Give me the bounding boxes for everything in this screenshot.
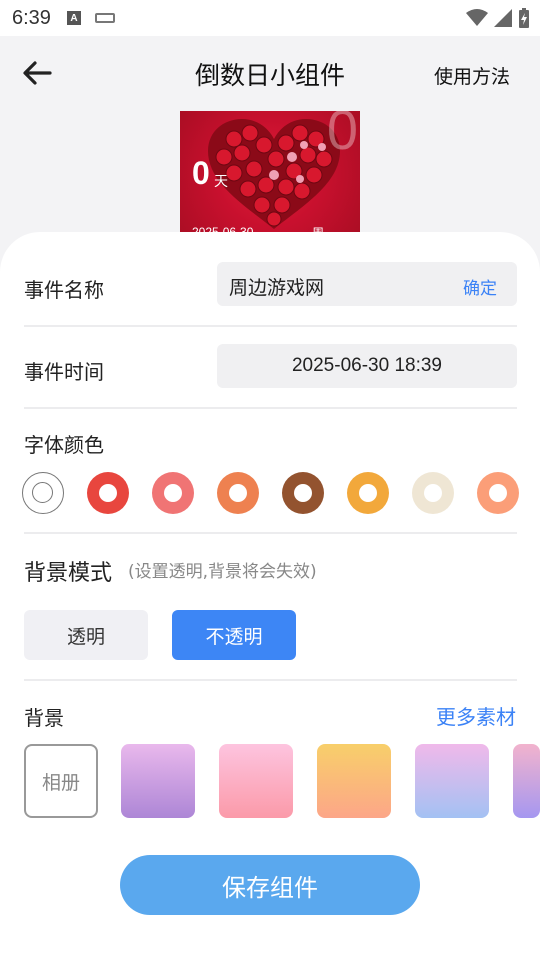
- swatch-center: [32, 482, 53, 503]
- header: 倒数日小组件 使用方法: [0, 36, 540, 112]
- bg-mode-hint: (设置透明,背景将会失效): [128, 562, 317, 582]
- font-color-label: 字体颜色: [24, 433, 104, 457]
- event-name-field[interactable]: 周边游戏网 确定: [217, 262, 517, 306]
- swatch-center: [424, 484, 442, 502]
- usage-help-link[interactable]: 使用方法: [434, 62, 510, 89]
- status-bar: 6:39 A: [0, 0, 540, 36]
- signal-icon: [494, 9, 512, 27]
- background-option[interactable]: [513, 744, 540, 818]
- font-color-swatch[interactable]: [282, 472, 324, 514]
- font-color-swatch[interactable]: [152, 472, 194, 514]
- font-color-swatch[interactable]: [217, 472, 259, 514]
- background-option[interactable]: [219, 744, 293, 818]
- font-color-swatch[interactable]: [347, 472, 389, 514]
- event-time-field[interactable]: 2025-06-30 18:39: [217, 344, 517, 388]
- settings-sheet: [0, 232, 540, 960]
- more-materials-link[interactable]: 更多素材: [436, 701, 516, 730]
- bg-mode-label: 背景模式: [24, 561, 113, 586]
- background-label: 背景: [24, 706, 64, 730]
- status-time: 6:39: [12, 6, 51, 29]
- swatch-center: [294, 484, 312, 502]
- font-notification-icon: A: [66, 11, 81, 25]
- divider: [24, 532, 517, 534]
- widget-preview: 0 0 天 2025-06-30 周: [180, 111, 360, 251]
- event-time-value[interactable]: 2025-06-30 18:39: [217, 355, 517, 377]
- event-time-label: 事件时间: [24, 360, 104, 384]
- font-color-swatch[interactable]: [412, 472, 454, 514]
- background-option[interactable]: [415, 744, 489, 818]
- swatch-center: [164, 484, 182, 502]
- swatch-center: [99, 484, 117, 502]
- keyboard-icon: [94, 13, 115, 23]
- background-option[interactable]: [317, 744, 391, 818]
- transparent-mode-button[interactable]: 透明: [24, 610, 148, 660]
- swatch-center: [489, 484, 507, 502]
- wifi-icon: [466, 9, 488, 26]
- divider: [24, 407, 517, 409]
- event-name-input[interactable]: 周边游戏网: [229, 273, 324, 300]
- preview-day-unit: 天: [214, 174, 228, 190]
- battery-icon: [519, 8, 529, 28]
- font-color-swatch[interactable]: [22, 472, 64, 514]
- swatch-center: [229, 484, 247, 502]
- divider: [24, 325, 517, 327]
- preview-watermark-digit: 0: [326, 111, 358, 161]
- event-name-label: 事件名称: [24, 278, 104, 302]
- font-color-swatch[interactable]: [87, 472, 129, 514]
- font-color-swatch[interactable]: [477, 472, 519, 514]
- background-option[interactable]: [121, 744, 195, 818]
- confirm-button[interactable]: 确定: [463, 274, 497, 299]
- album-button[interactable]: 相册: [24, 744, 98, 818]
- opaque-mode-button[interactable]: 不透明: [172, 610, 296, 660]
- divider: [24, 679, 517, 681]
- save-widget-button[interactable]: 保存组件: [120, 855, 420, 915]
- preview-day-count: 0: [192, 155, 210, 191]
- swatch-center: [359, 484, 377, 502]
